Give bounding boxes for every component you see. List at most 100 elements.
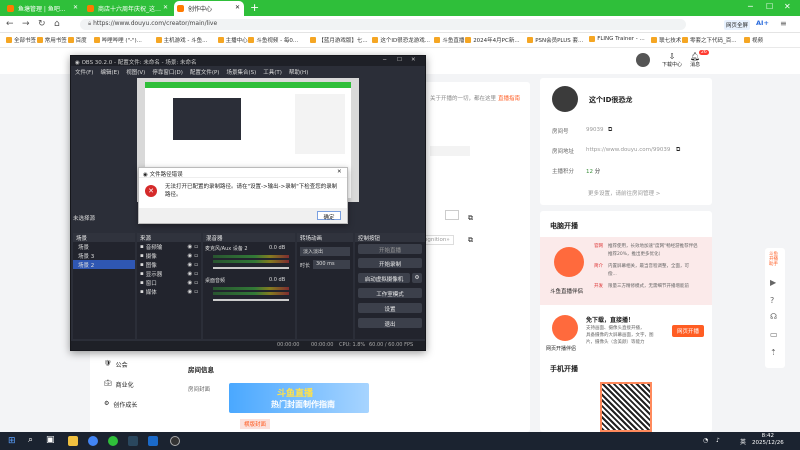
scene-item[interactable]: 场景 3 [73,251,135,260]
visibility-icon[interactable]: ◉ [187,262,192,268]
bookmark-item[interactable]: 百度 [67,36,87,44]
studio-mode-button[interactable]: 工作室模式 [358,288,422,298]
browser-tab-1[interactable]: 鱼塘管理 | 鱼吧... ✕ [4,1,82,16]
lock-icon[interactable]: ▫ [194,280,198,286]
obs-menu-item[interactable]: 停靠窗口(D) [152,68,183,76]
bookmark-item[interactable]: 2024年4月PC新... [465,36,520,44]
copy-icon-2[interactable]: ⧉ [468,236,473,245]
task-view-icon[interactable]: ▣ [46,435,55,445]
url-field[interactable]: 🔒︎ https://www.douyu.com/creator/main/li… [80,19,686,30]
lock-icon[interactable]: ▫ [194,253,198,259]
more-settings-link[interactable]: 更多设置，请前往房间管理 > [588,189,660,197]
fullscreen-button[interactable]: 网页全屏 [724,20,751,30]
obs-menu-item[interactable]: 场景集合(S) [226,68,256,76]
visibility-icon[interactable]: ◉ [187,289,192,295]
visibility-icon[interactable]: ◉ [187,253,192,259]
live-companion-panel[interactable]: 斗鱼直播伴侣 官网 简介 开发 推荐使用，长效地加速"度网"畅经游推荐伴侣 推荐… [540,237,712,305]
bookmark-item[interactable]: 哔哩哔哩 ("-")... [93,36,142,44]
download-center-button[interactable]: ⇩ 下载中心 [662,52,682,68]
bookmark-item[interactable]: PSN会员PLUS 套... [527,36,583,44]
chrome-icon[interactable] [88,436,98,446]
input-placeholder[interactable] [430,146,470,156]
bookmark-item[interactable]: 主机游戏 - 斗鱼... [155,36,207,44]
bookmark-item[interactable]: 斗鱼直播 [434,36,464,44]
obs-menu-item[interactable]: 编辑(E) [100,68,119,76]
start-record-button[interactable]: 开始录制 [358,258,422,268]
source-item[interactable]: ▪ 显示器 ◉ ▫ [137,269,201,278]
source-item[interactable]: ▪ 音频输 ◉ ▫ [137,242,201,251]
virtual-camera-button[interactable]: 启动虚拟摄像机 [358,273,410,283]
nav-growth[interactable]: ⚙︎ 创作成长 [104,400,137,409]
input-method[interactable]: 英 [740,437,746,446]
close-icon[interactable]: ✕ [235,4,240,11]
nav-business[interactable]: 💼︎ 商业化 [104,380,134,389]
scene-item[interactable]: 场景 2 [73,260,135,269]
ok-button[interactable]: 确定 [317,211,341,221]
web-live-button[interactable]: 网页开播 [672,325,705,337]
avatar[interactable] [636,53,650,67]
volume-icon[interactable]: ♪ [716,437,720,444]
obs-minimize-icon[interactable]: ─ [383,57,386,63]
copy-room-icon[interactable]: ⧉ [608,126,612,134]
nav-guild[interactable]: 🛡︎ 公会 [104,360,128,369]
scene-item[interactable]: 场景 [73,242,135,251]
source-item[interactable]: ▪ 窗口 ◉ ▫ [137,278,201,287]
browser-tab-2[interactable]: 商店十六周年庆祝_这个ID很恐...✕ [84,1,172,16]
top-icon[interactable]: ⇡ [770,348,777,357]
copy-address-icon[interactable]: ⧉ [676,146,680,154]
home-icon[interactable]: ⌂ [54,19,60,29]
new-tab-button[interactable]: + [250,1,259,14]
minimize-icon[interactable]: ─ [748,2,753,11]
bookmark-item[interactable]: 零套之下代码_百... [682,36,737,44]
mic-volume-slider[interactable] [213,267,289,269]
virtual-camera-settings-icon[interactable]: ⚙︎ [412,273,422,283]
monitor-icon[interactable]: ▭ [770,330,778,339]
source-item[interactable]: ▪ 摄像 ◉ ▫ [137,251,201,260]
bookmark-item[interactable]: 视频 [744,36,763,44]
app-icon[interactable] [148,436,158,446]
bookmark-item[interactable]: FLING Trainer - ... [589,36,645,42]
bookmark-item[interactable]: 联七技术 [651,36,681,44]
lock-icon[interactable]: ▫ [194,262,198,268]
close-icon[interactable]: ✕ [73,4,78,11]
obs-maximize-icon[interactable]: ☐ [397,57,402,63]
visibility-icon[interactable]: ◉ [187,244,192,250]
transition-select[interactable]: 淡入淡出 [300,247,350,256]
lock-icon[interactable]: ▫ [194,289,198,295]
lock-icon[interactable]: ▫ [194,244,198,250]
source-item[interactable]: ▪ 图像 ◉ ▫ [137,260,201,269]
forward-icon[interactable]: → [22,19,30,29]
visibility-icon[interactable]: ◉ [187,280,192,286]
start-stream-button[interactable]: 开始直播 [358,244,422,254]
messages-button[interactable]: 🔔︎ 消息 [690,52,700,68]
assistant-shortcut[interactable]: 斗鱼 开播 助手 [769,252,778,267]
text-field[interactable] [445,210,459,220]
search-icon[interactable]: ⌕ [28,435,33,445]
reload-icon[interactable]: ↻ [38,19,46,29]
desktop-volume-slider[interactable] [213,299,289,301]
headset-icon[interactable]: ☊ [770,312,777,321]
bookmark-item[interactable]: 【蓝月游戏版】七... [310,36,368,44]
windows-start-icon[interactable]: ⊞ [8,436,16,446]
live-guide-link[interactable]: 直播指南 [498,94,520,102]
network-icon[interactable]: ◔ [703,437,708,444]
bookmark-item[interactable]: 这个ID很恐龙游戏... [372,36,430,44]
obs-menu-item[interactable]: 视图(V) [126,68,145,76]
obs-close-icon[interactable]: ✕ [411,57,416,63]
obs-menu-item[interactable]: 帮助(H) [289,68,308,76]
obs-taskbar-icon[interactable] [170,436,180,446]
exit-button[interactable]: 退出 [358,318,422,328]
cover-banner[interactable]: 斗鱼直播 热门封面制作指南 [229,383,369,413]
visibility-icon[interactable]: ◉ [187,271,192,277]
copy-icon[interactable]: ⧉ [468,214,473,223]
bookmark-item[interactable]: 主播中心 [217,36,248,44]
dialog-close-icon[interactable]: ✕ [337,169,342,175]
help-icon[interactable]: ? [770,296,774,305]
source-item[interactable]: ▪ 媒体 ◉ ▫ [137,287,201,296]
obs-menu-item[interactable]: 配置文件(P) [190,68,220,76]
menu-icon[interactable]: ≡ [780,19,787,28]
close-icon[interactable]: ✕ [163,4,168,11]
play-icon[interactable]: ▶ [770,278,776,287]
ai-button[interactable]: AI+ [756,19,769,27]
clock[interactable]: 8:42 2025/12/26 [752,433,784,447]
